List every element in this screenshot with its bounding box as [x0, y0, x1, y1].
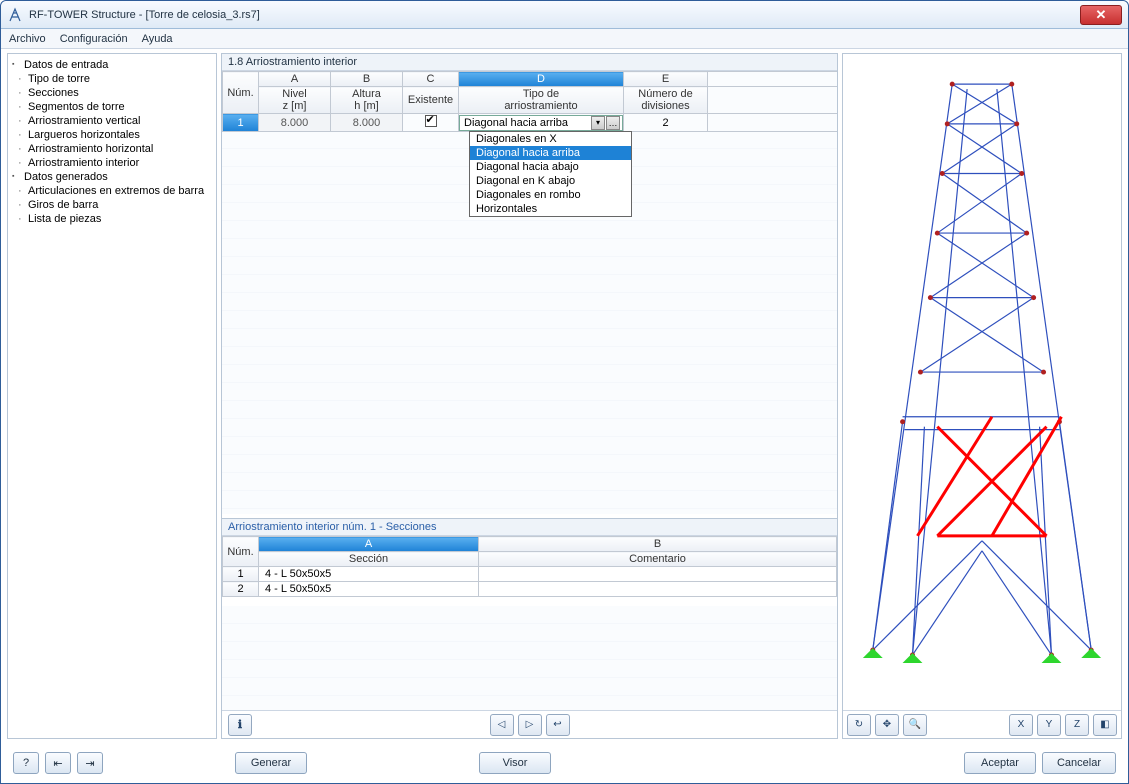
- tree-item[interactable]: Arriostramiento interior: [10, 156, 214, 170]
- ok-button[interactable]: Aceptar: [964, 752, 1036, 774]
- type-dropdown-list[interactable]: Diagonales en X Diagonal hacia arriba Di…: [469, 131, 632, 217]
- tree-item[interactable]: Arriostramiento vertical: [10, 114, 214, 128]
- cell-tipo[interactable]: Diagonal hacia arriba ▾ …: [459, 114, 624, 132]
- app-icon: [7, 7, 23, 23]
- zoom-button[interactable]: 🔍: [903, 714, 927, 736]
- viewer-button[interactable]: Visor: [479, 752, 551, 774]
- cell-comment[interactable]: [479, 582, 837, 597]
- tree-item[interactable]: Tipo de torre: [10, 72, 214, 86]
- row-index[interactable]: 1: [223, 114, 259, 132]
- sections-toolbar: ℹ ◁ ▷ ↩: [222, 710, 837, 738]
- col-d[interactable]: D: [459, 72, 624, 87]
- sec-col-b[interactable]: B: [479, 537, 837, 552]
- dropdown-option[interactable]: Diagonales en X: [470, 132, 631, 146]
- dropdown-option[interactable]: Diagonal hacia abajo: [470, 160, 631, 174]
- tree-item[interactable]: Secciones: [10, 86, 214, 100]
- table-row[interactable]: 1 8.000 8.000 Diagonal hacia arriba ▾ …: [223, 114, 838, 132]
- viewer-panel: ↻ ✥ 🔍 X Y Z ◧: [842, 53, 1122, 739]
- tree-inputs-header[interactable]: Datos de entrada: [10, 58, 214, 72]
- export-button[interactable]: ⇥: [77, 752, 103, 774]
- cancel-button[interactable]: Cancelar: [1042, 752, 1116, 774]
- tree-item[interactable]: Giros de barra: [10, 198, 214, 212]
- viewer-canvas[interactable]: [843, 54, 1121, 710]
- help-button[interactable]: ?: [13, 752, 39, 774]
- tree-item[interactable]: Segmentos de torre: [10, 100, 214, 114]
- window-title: RF-TOWER Structure - [Torre de celosia_3…: [29, 9, 1080, 21]
- col-e[interactable]: E: [624, 72, 708, 87]
- cell-section[interactable]: 4 - L 50x50x5: [259, 582, 479, 597]
- viewer-toolbar: ↻ ✥ 🔍 X Y Z ◧: [843, 710, 1121, 738]
- dropdown-option[interactable]: Diagonales en rombo: [470, 188, 631, 202]
- sec-col-a[interactable]: A: [259, 537, 479, 552]
- col-c[interactable]: C: [403, 72, 459, 87]
- import-button[interactable]: ⇤: [45, 752, 71, 774]
- menu-help[interactable]: Ayuda: [142, 33, 173, 45]
- close-button[interactable]: ✕: [1080, 5, 1122, 25]
- next-button[interactable]: ▷: [518, 714, 542, 736]
- col-num: Núm.: [223, 72, 259, 114]
- link-button[interactable]: ↩: [546, 714, 570, 736]
- menu-config[interactable]: Configuración: [60, 33, 128, 45]
- table-row[interactable]: 2 4 - L 50x50x5: [223, 582, 837, 597]
- ellipsis-button[interactable]: …: [606, 116, 620, 130]
- tree-item[interactable]: Articulaciones en extremos de barra: [10, 184, 214, 198]
- menu-bar: Archivo Configuración Ayuda: [1, 29, 1128, 49]
- sections-frame: Arriostramiento interior núm. 1 - Seccio…: [222, 518, 837, 738]
- dropdown-option[interactable]: Diagonal hacia arriba: [470, 146, 631, 160]
- footer: ? ⇤ ⇥ Generar Visor Aceptar Cancelar: [1, 743, 1128, 783]
- sections-grid[interactable]: Núm. A B Sección Comentario 1 4 - L 50x5…: [222, 536, 837, 597]
- dropdown-option[interactable]: Diagonal en K abajo: [470, 174, 631, 188]
- cell-z[interactable]: 8.000: [259, 114, 331, 132]
- menu-file[interactable]: Archivo: [9, 33, 46, 45]
- main-grid-frame: 1.8 Arriostramiento interior Núm. A B C …: [221, 53, 838, 739]
- checkbox-icon[interactable]: [425, 115, 437, 127]
- cell-section[interactable]: 4 - L 50x50x5: [259, 567, 479, 582]
- axis-z-button[interactable]: Z: [1065, 714, 1089, 736]
- tree-item[interactable]: Arriostramiento horizontal: [10, 142, 214, 156]
- main-grid[interactable]: Núm. A B C D E Nivelz [m] Alturah [m] Ex…: [222, 71, 837, 132]
- info-button[interactable]: ℹ: [228, 714, 252, 736]
- col-a[interactable]: A: [259, 72, 331, 87]
- cell-existente[interactable]: [403, 114, 459, 132]
- move-button[interactable]: ✥: [875, 714, 899, 736]
- rotate-button[interactable]: ↻: [847, 714, 871, 736]
- sections-title: Arriostramiento interior núm. 1 - Seccio…: [222, 519, 837, 536]
- tree-item[interactable]: Largueros horizontales: [10, 128, 214, 142]
- generate-button[interactable]: Generar: [235, 752, 307, 774]
- title-bar: RF-TOWER Structure - [Torre de celosia_3…: [1, 1, 1128, 29]
- tree-generated-header[interactable]: Datos generados: [10, 170, 214, 184]
- cell-comment[interactable]: [479, 567, 837, 582]
- dropdown-option[interactable]: Horizontales: [470, 202, 631, 216]
- prev-button[interactable]: ◁: [490, 714, 514, 736]
- sec-col-num: Núm.: [223, 537, 259, 567]
- navigation-tree[interactable]: Datos de entrada Tipo de torre Secciones…: [7, 53, 217, 739]
- main-grid-title: 1.8 Arriostramiento interior: [222, 54, 837, 71]
- tower-illustration: [843, 62, 1121, 702]
- dropdown-toggle-icon[interactable]: ▾: [591, 116, 605, 130]
- axis-y-button[interactable]: Y: [1037, 714, 1061, 736]
- axis-x-button[interactable]: X: [1009, 714, 1033, 736]
- iso-button[interactable]: ◧: [1093, 714, 1117, 736]
- dropdown-value: Diagonal hacia arriba: [462, 117, 591, 129]
- sec-h-seccion: Sección: [259, 552, 479, 567]
- tree-item[interactable]: Lista de piezas: [10, 212, 214, 226]
- col-b[interactable]: B: [331, 72, 403, 87]
- sec-h-com: Comentario: [479, 552, 837, 567]
- table-row[interactable]: 1 4 - L 50x50x5: [223, 567, 837, 582]
- cell-div[interactable]: 2: [624, 114, 708, 132]
- cell-h[interactable]: 8.000: [331, 114, 403, 132]
